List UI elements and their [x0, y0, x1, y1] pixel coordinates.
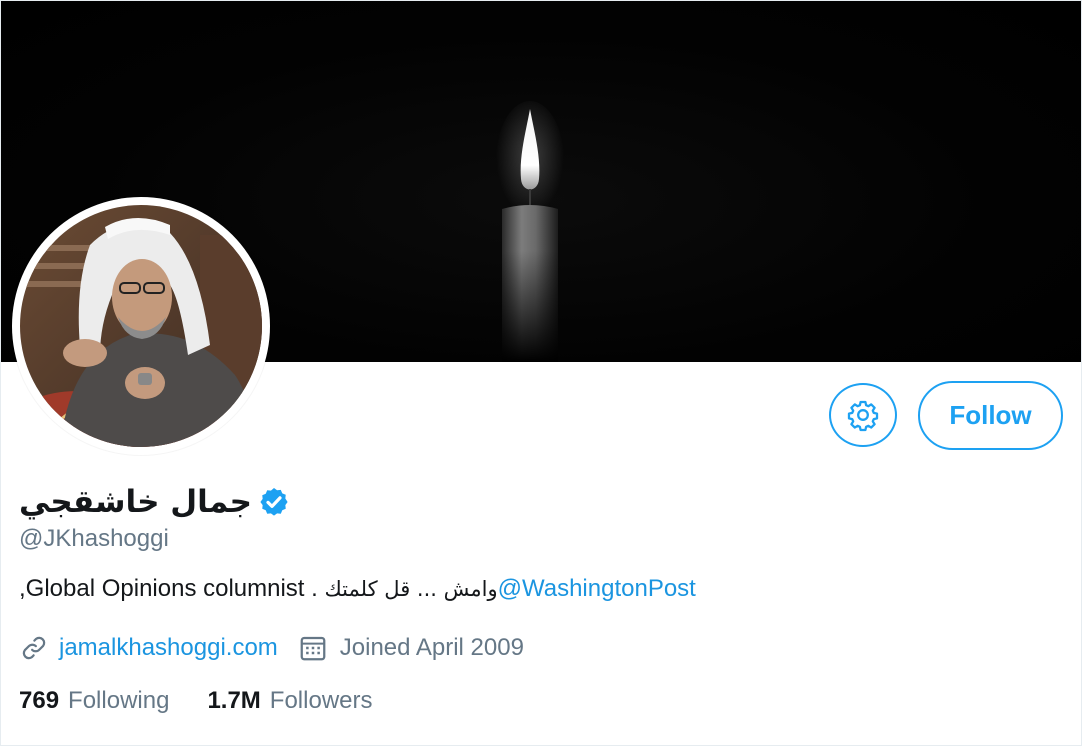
joined-label: Joined April 2009: [339, 634, 524, 661]
following-label: Following: [68, 687, 170, 714]
profile-avatar[interactable]: [12, 197, 270, 455]
profile-stats: 769 Following 1.7M Followers: [19, 683, 373, 719]
website-link[interactable]: jamalkhashoggi.com: [59, 634, 278, 662]
profile-meta: jamalkhashoggi.com Joined April 2009: [19, 629, 524, 667]
following-stat[interactable]: 769 Following: [19, 687, 169, 715]
bio-mention-link[interactable]: @WashingtonPost: [498, 575, 696, 602]
profile-handle: @JKhashoggi: [19, 525, 169, 552]
profile-options-button[interactable]: [829, 383, 897, 447]
verified-badge-icon: [260, 488, 288, 516]
followers-label: Followers: [269, 687, 373, 714]
profile-bio: ,Global Opinions columnist . وامش ... قل…: [19, 575, 809, 611]
profile-name-row: جمال خاشقجي: [19, 479, 290, 525]
following-count: 769: [19, 687, 60, 714]
gear-icon: [847, 400, 879, 432]
followers-stat[interactable]: 1.7M Followers: [207, 687, 372, 715]
profile-page: Follow جمال خاشقجي @JKhashoggi ,Global O…: [0, 0, 1082, 746]
link-icon: [22, 636, 46, 660]
display-name: جمال خاشقجي: [19, 484, 252, 520]
followers-count: 1.7M: [207, 687, 261, 714]
joined-date: Joined April 2009: [298, 633, 524, 663]
bio-text: Global Opinions columnist .: [25, 575, 325, 602]
bio-text-end: ,: [19, 575, 26, 602]
candle-image: [491, 101, 571, 362]
avatar-photo: [20, 205, 262, 447]
calendar-icon: [300, 636, 326, 661]
follow-button[interactable]: Follow: [918, 381, 1063, 450]
follow-button-label: Follow: [949, 400, 1032, 430]
bio-arabic-text: وامش ... قل كلمتك: [324, 577, 498, 601]
